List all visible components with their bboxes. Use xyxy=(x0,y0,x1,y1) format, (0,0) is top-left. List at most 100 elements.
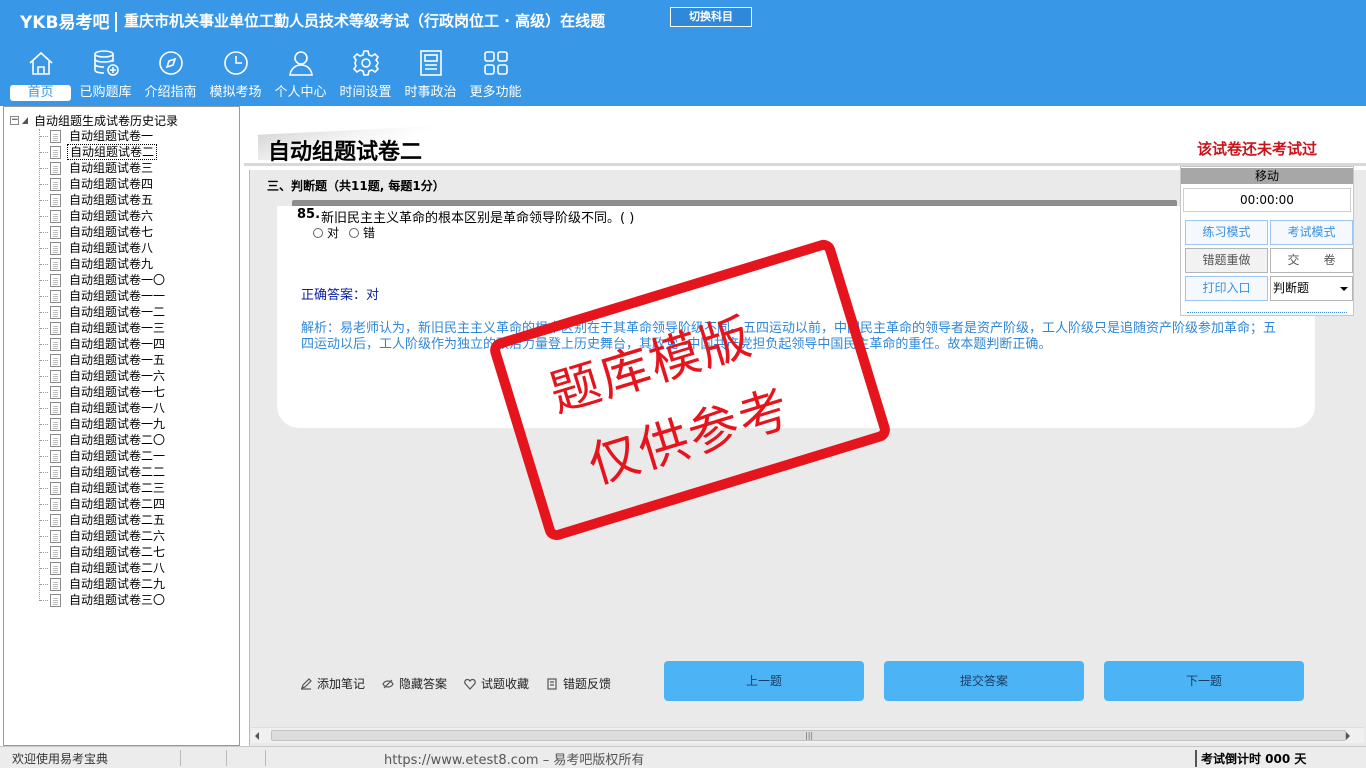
panel-divider xyxy=(1187,312,1347,313)
tree-item[interactable]: 自动组题试卷三 xyxy=(40,160,167,176)
tree-item[interactable]: 自动组题试卷一四 xyxy=(40,336,167,352)
tree-item-label: 自动组题试卷二〇 xyxy=(69,433,166,447)
tree-item[interactable]: 自动组题试卷一六 xyxy=(40,368,167,384)
radio-icon[interactable] xyxy=(349,227,360,238)
tree-item[interactable]: 自动组题试卷四 xyxy=(40,176,167,192)
tree-item-label: 自动组题试卷二一 xyxy=(69,449,166,463)
tree-item[interactable]: 自动组题试卷一二 xyxy=(40,304,167,320)
practice-mode-button[interactable]: 练习模式 xyxy=(1185,220,1268,245)
nav-time-settings[interactable]: 时间设置 xyxy=(333,48,398,104)
tree-item[interactable]: 自动组题试卷八 xyxy=(40,240,167,256)
tree-item[interactable]: 自动组题试卷五 xyxy=(40,192,167,208)
tree-connector xyxy=(40,583,48,585)
option-true[interactable]: 对 xyxy=(313,224,339,241)
tree-item[interactable]: 自动组题试卷一〇 xyxy=(40,272,167,288)
tree-item[interactable]: 自动组题试卷二一 xyxy=(40,448,167,464)
tree-item[interactable]: 自动组题试卷九 xyxy=(40,256,167,272)
favorite-button[interactable]: 试题收藏 xyxy=(464,675,529,692)
hide-answer-button[interactable]: 隐藏答案 xyxy=(382,675,447,692)
paper-header: 自动组题试卷二 该试卷还未考试过 xyxy=(244,106,1366,166)
tree-item[interactable]: 自动组题试卷一 xyxy=(40,128,167,144)
tree-item[interactable]: 自动组题试卷二〇 xyxy=(40,432,167,448)
tree-item[interactable]: 自动组题试卷二八 xyxy=(40,560,167,576)
collapse-icon[interactable]: − xyxy=(10,115,19,125)
tree-item-label: 自动组题试卷一四 xyxy=(69,337,166,351)
folder-arrow-icon xyxy=(22,116,28,124)
tree-item[interactable]: 自动组题试卷一一 xyxy=(40,288,167,304)
tree-item[interactable]: 自动组题试卷二五 xyxy=(40,512,167,528)
tree-item[interactable]: 自动组题试卷二三 xyxy=(40,480,167,496)
tree-item[interactable]: 自动组题试卷三〇 xyxy=(40,592,167,608)
tree-connector xyxy=(40,167,48,169)
tree-item-label: 自动组题试卷七 xyxy=(69,225,154,239)
app-header: YKB易考吧 重庆市机关事业单位工勤人员技术等级考试（行政岗位工 · 高级）在线… xyxy=(0,0,1366,106)
tree-item[interactable]: 自动组题试卷二四 xyxy=(40,496,167,512)
nav-profile[interactable]: 个人中心 xyxy=(268,48,333,104)
tree-item[interactable]: 自动组题试卷二九 xyxy=(40,576,167,592)
tree-connector xyxy=(40,151,48,153)
tree-connector xyxy=(40,487,48,489)
nav-more[interactable]: 更多功能 xyxy=(463,48,528,104)
submit-paper-button[interactable]: 交 卷 xyxy=(1270,248,1353,273)
tree-item[interactable]: 自动组题试卷七 xyxy=(40,224,167,240)
tree-connector xyxy=(40,247,48,249)
tree-connector xyxy=(40,231,48,233)
tree-connector xyxy=(40,375,48,377)
tree-root[interactable]: − 自动组题生成试卷历史记录 xyxy=(10,112,178,128)
tree-item[interactable]: 自动组题试卷一八 xyxy=(40,400,167,416)
tree-item[interactable]: 自动组题试卷一五 xyxy=(40,352,167,368)
print-button[interactable]: 打印入口 xyxy=(1185,276,1268,301)
tree-item[interactable]: 自动组题试卷一七 xyxy=(40,384,167,400)
nav-current-affairs[interactable]: 时事政治 xyxy=(398,48,463,104)
move-handle[interactable]: 移动 xyxy=(1181,168,1353,184)
tree-item[interactable]: 自动组题试卷一三 xyxy=(40,320,167,336)
tree-connector xyxy=(40,423,48,425)
switch-subject-button[interactable]: 切换科目 xyxy=(670,7,752,27)
document-icon xyxy=(50,193,61,207)
prev-question-button[interactable]: 上一题 xyxy=(664,661,864,701)
type-select-value: 判断题 xyxy=(1273,281,1310,295)
tree-connector xyxy=(40,199,48,201)
tree-item-label: 自动组题试卷一七 xyxy=(69,385,166,399)
redo-wrong-button[interactable]: 错题重做 xyxy=(1185,248,1268,273)
tree-item[interactable]: 自动组题试卷一九 xyxy=(40,416,167,432)
submit-answer-button[interactable]: 提交答案 xyxy=(884,661,1084,701)
tree-connector xyxy=(40,295,48,297)
next-question-button[interactable]: 下一题 xyxy=(1104,661,1304,701)
exam-mode-button[interactable]: 考试模式 xyxy=(1270,220,1353,245)
question-type-select[interactable]: 判断题 xyxy=(1270,276,1353,301)
database-icon xyxy=(93,50,119,76)
horizontal-scrollbar[interactable]: ||| xyxy=(251,727,1364,743)
correct-answer: 正确答案：对 xyxy=(301,288,380,303)
tree-item[interactable]: 自动组题试卷二二 xyxy=(40,464,167,480)
tree-item[interactable]: 自动组题试卷二七 xyxy=(40,544,167,560)
feedback-button[interactable]: 错题反馈 xyxy=(546,675,611,692)
nav-label: 模拟考场 xyxy=(209,85,262,100)
tree-item-label: 自动组题试卷一〇 xyxy=(69,273,166,287)
tree-item[interactable]: 自动组题试卷二六 xyxy=(40,528,167,544)
tree-connector xyxy=(40,471,48,473)
scrollbar-thumb[interactable]: ||| xyxy=(271,730,1346,741)
tree-item-label: 自动组题试卷八 xyxy=(69,241,154,255)
scroll-right-icon[interactable] xyxy=(1346,732,1350,740)
nav-purchased-banks[interactable]: 已购题库 xyxy=(73,48,138,104)
paper-history-tree: − 自动组题生成试卷历史记录 自动组题试卷一 自动组题试卷二 自动组题试卷三 自动组题… xyxy=(3,106,240,746)
user-icon xyxy=(288,51,313,76)
scroll-left-icon[interactable] xyxy=(255,732,259,740)
tree-item[interactable]: 自动组题试卷六 xyxy=(40,208,167,224)
nav-label: 个人中心 xyxy=(274,85,327,100)
tree-item-label: 自动组题试卷二四 xyxy=(69,497,166,511)
tree-connector xyxy=(40,263,48,265)
nav-home[interactable]: 首页 xyxy=(8,48,73,104)
nav-guide[interactable]: 介绍指南 xyxy=(138,48,203,104)
add-note-button[interactable]: 添加笔记 xyxy=(300,675,365,692)
radio-icon[interactable] xyxy=(313,227,323,238)
tree-item-label: 自动组题试卷二六 xyxy=(69,529,166,543)
document-icon xyxy=(50,353,61,367)
option-false[interactable]: 错 xyxy=(349,224,375,241)
document-icon xyxy=(50,497,61,511)
nav-mock-exam[interactable]: 模拟考场 xyxy=(203,48,268,104)
home-icon xyxy=(28,51,53,75)
tree-item[interactable]: 自动组题试卷二 xyxy=(40,144,167,160)
nav-label: 介绍指南 xyxy=(144,85,197,100)
